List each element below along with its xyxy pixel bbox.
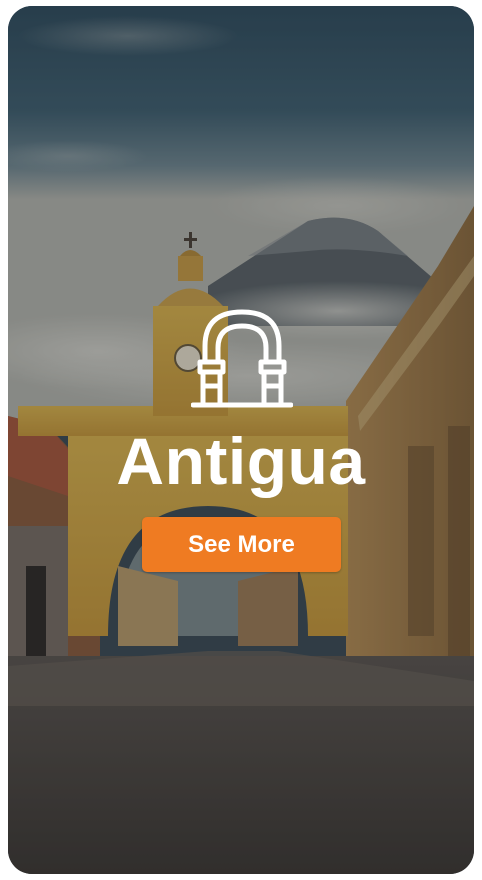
destination-title: Antigua bbox=[116, 424, 366, 498]
arch-icon bbox=[191, 309, 293, 408]
see-more-button[interactable]: See More bbox=[142, 517, 341, 572]
card-content: Antigua See More bbox=[8, 6, 474, 874]
destination-card[interactable]: Antigua See More bbox=[8, 6, 474, 874]
